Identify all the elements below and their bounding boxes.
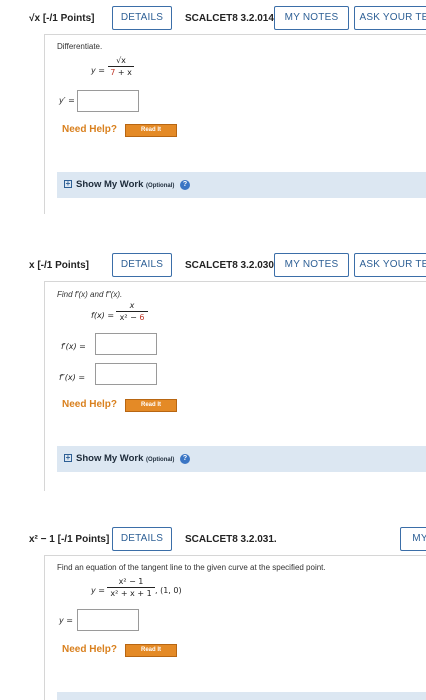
need-help-label: Need Help? bbox=[62, 399, 118, 410]
read-it-button[interactable]: Read It bbox=[125, 124, 177, 137]
show-my-work-bar[interactable]: + Show My Work (Optional) ? bbox=[57, 172, 426, 198]
points-label: [-/1 Points] bbox=[42, 13, 95, 24]
details-button[interactable]: DETAILS bbox=[112, 527, 172, 551]
divider bbox=[44, 34, 426, 35]
instruction-text: Find f′(x) and f″(x). bbox=[57, 290, 123, 299]
fraction-denominator: x² − 6 bbox=[116, 313, 148, 322]
fraction-numerator: x bbox=[129, 301, 135, 310]
question-number: x² − 1 [-/1 Points] bbox=[29, 534, 109, 545]
fraction-numerator: √x bbox=[116, 56, 126, 65]
denominator-variable: + x bbox=[115, 68, 132, 77]
help-icon[interactable]: ? bbox=[180, 180, 190, 190]
first-derivative-label: f′(x) = bbox=[61, 342, 86, 351]
expand-icon[interactable]: + bbox=[64, 454, 72, 462]
denominator-variable: x² − bbox=[119, 313, 140, 322]
fraction-bar bbox=[116, 311, 148, 312]
fraction-bar bbox=[107, 587, 155, 588]
left-border bbox=[44, 281, 45, 491]
equation-lhs: y = bbox=[91, 66, 105, 75]
question-number: √x [-/1 Points] bbox=[29, 13, 95, 24]
points-label: [-/1 Points] bbox=[57, 534, 110, 545]
question-number: x [-/1 Points] bbox=[29, 260, 89, 271]
help-icon[interactable]: ? bbox=[180, 454, 190, 464]
points-label: [-/1 Points] bbox=[37, 260, 90, 271]
equation-fraction: x² − 1 x² + x + 1 bbox=[107, 577, 155, 598]
fraction-denominator: x² + x + 1 bbox=[110, 589, 152, 598]
details-button[interactable]: DETAILS bbox=[112, 6, 172, 30]
read-it-button[interactable]: Read It bbox=[125, 399, 177, 412]
problem-code: SCALCET8 3.2.030. bbox=[185, 260, 277, 271]
fraction-denominator: 7 + x bbox=[108, 68, 134, 77]
denominator-constant: 6 bbox=[139, 313, 145, 322]
second-derivative-label: f″(x) = bbox=[59, 373, 86, 382]
optional-label: (Optional) bbox=[146, 457, 175, 463]
ask-teacher-button[interactable]: ASK YOUR TE bbox=[354, 6, 426, 30]
my-notes-button[interactable]: MY bbox=[400, 527, 426, 551]
second-derivative-input[interactable] bbox=[95, 363, 157, 385]
question-5-header: x² − 1 [-/1 Points] DETAILS SCALCET8 3.2… bbox=[0, 527, 426, 563]
details-button[interactable]: DETAILS bbox=[112, 253, 172, 277]
ask-teacher-button[interactable]: ASK YOUR TE bbox=[354, 253, 426, 277]
problem-code: SCALCET8 3.2.031. bbox=[185, 534, 277, 545]
read-it-button[interactable]: Read It bbox=[125, 644, 177, 657]
question-number-text: x bbox=[29, 260, 35, 271]
left-border bbox=[44, 555, 45, 700]
expand-icon[interactable]: + bbox=[64, 180, 72, 188]
answer-label: y′ = bbox=[59, 96, 75, 105]
question-number-text: x² − 1 bbox=[29, 534, 55, 545]
question-3-header: √x [-/1 Points] DETAILS SCALCET8 3.2.014… bbox=[0, 6, 426, 42]
need-help-label: Need Help? bbox=[62, 644, 118, 655]
optional-label: (Optional) bbox=[146, 183, 175, 189]
show-my-work-label[interactable]: Show My Work (Optional) bbox=[76, 453, 174, 464]
fraction-bar bbox=[108, 66, 134, 67]
equation-fraction: √x 7 + x bbox=[108, 56, 134, 77]
answer-input[interactable] bbox=[77, 90, 139, 112]
need-help-label: Need Help? bbox=[62, 124, 118, 135]
equation-fraction: x x² − 6 bbox=[116, 301, 148, 322]
specified-point: , (1, 0) bbox=[155, 586, 182, 595]
answer-label: y = bbox=[59, 616, 73, 625]
equation-lhs: y = bbox=[91, 586, 105, 595]
problem-code: SCALCET8 3.2.014. bbox=[185, 13, 277, 24]
first-derivative-input[interactable] bbox=[95, 333, 157, 355]
show-my-work-text: Show My Work bbox=[76, 453, 144, 464]
divider bbox=[44, 555, 426, 556]
instruction-text: Differentiate. bbox=[57, 42, 103, 51]
my-notes-button[interactable]: MY NOTES bbox=[274, 253, 349, 277]
show-my-work-label[interactable]: Show My Work (Optional) bbox=[76, 179, 174, 190]
show-my-work-text: Show My Work bbox=[76, 179, 144, 190]
equation-lhs: f(x) = bbox=[91, 311, 115, 320]
answer-input[interactable] bbox=[77, 609, 139, 631]
left-border bbox=[44, 34, 45, 214]
show-my-work-bar[interactable] bbox=[57, 692, 426, 700]
question-number-text: √x bbox=[29, 13, 41, 24]
instruction-text: Find an equation of the tangent line to … bbox=[57, 563, 326, 572]
fraction-numerator: x² − 1 bbox=[118, 577, 144, 586]
question-4-header: x [-/1 Points] DETAILS SCALCET8 3.2.030.… bbox=[0, 253, 426, 289]
show-my-work-bar[interactable]: + Show My Work (Optional) ? bbox=[57, 446, 426, 472]
my-notes-button[interactable]: MY NOTES bbox=[274, 6, 349, 30]
divider bbox=[44, 281, 426, 282]
